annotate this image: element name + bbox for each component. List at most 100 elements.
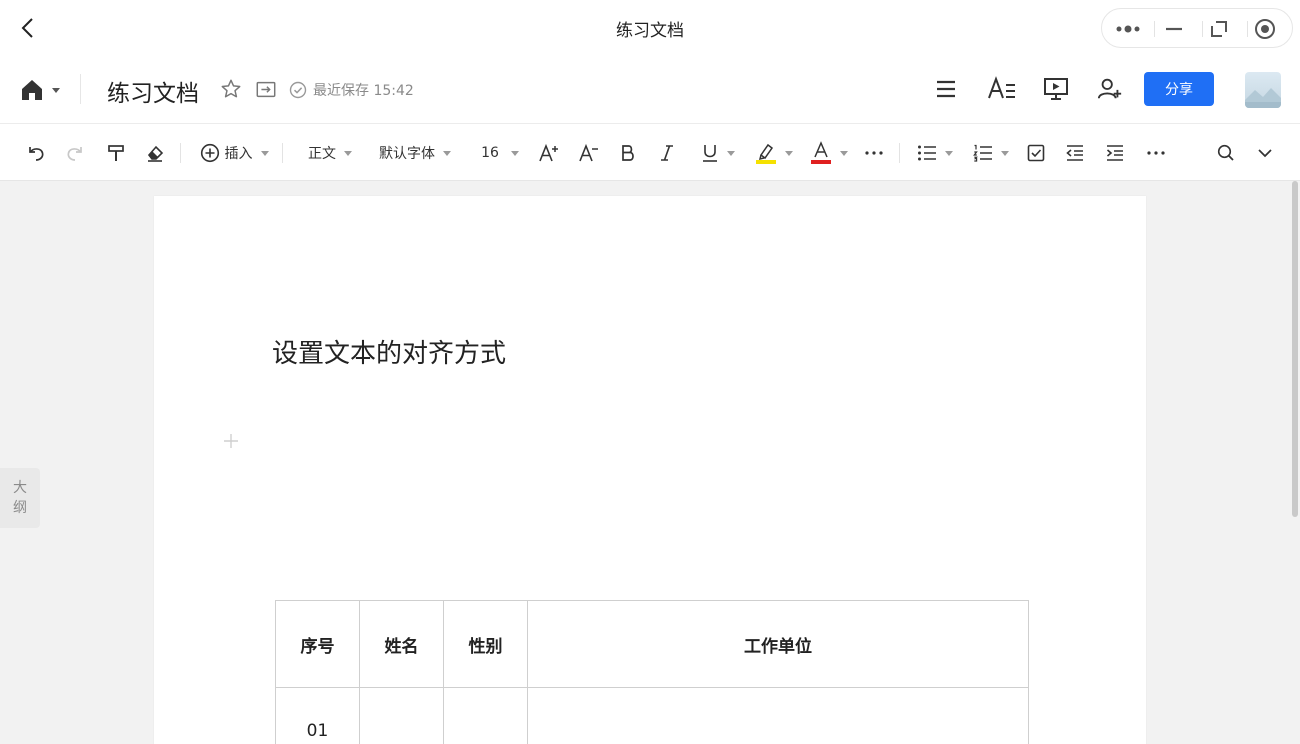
- formatting-toolbar: 插入 正文 默认字体 16: [0, 125, 1300, 181]
- table-header-cell[interactable]: 工作单位: [527, 600, 1029, 688]
- redo-icon: [67, 147, 82, 161]
- minimize-icon: [1166, 27, 1182, 31]
- font-family-dropdown[interactable]: 默认字体: [376, 139, 454, 167]
- font-decrease-icon: [579, 143, 598, 162]
- hamburger-icon: [937, 80, 955, 98]
- table-cell[interactable]: [359, 687, 444, 744]
- checkbox-icon: [1027, 144, 1045, 162]
- doc-header: 练习文档 最近保存 15:42 分享: [0, 56, 1300, 124]
- add-user-icon: [1097, 78, 1122, 99]
- outdent-button[interactable]: [1064, 139, 1086, 167]
- table-cell[interactable]: [443, 687, 528, 744]
- italic-button[interactable]: [657, 139, 677, 167]
- text-format-icon: [988, 76, 1015, 99]
- close-button[interactable]: [1251, 15, 1279, 43]
- font-size-dropdown[interactable]: 16: [479, 139, 521, 167]
- caret-down-icon: [443, 150, 451, 156]
- move-button[interactable]: [253, 76, 279, 102]
- undo-icon: [29, 147, 44, 161]
- chevron-down-icon: [1258, 149, 1272, 158]
- more-horizontal-icon: [1147, 151, 1165, 155]
- move-to-folder-icon: [256, 81, 276, 98]
- more-text-options-button[interactable]: [862, 139, 886, 167]
- present-button[interactable]: [1043, 76, 1069, 102]
- underline-icon: [703, 145, 717, 162]
- checklist-button[interactable]: [1025, 139, 1047, 167]
- table-row: 01: [275, 687, 1029, 744]
- highlight-dropdown[interactable]: [753, 139, 795, 167]
- document-canvas: 设置文本的对齐方式 序号 姓名 性别 工作单位 01 大 纲: [0, 181, 1300, 744]
- paragraph-style-dropdown[interactable]: 正文: [304, 139, 356, 167]
- add-collaborator-button[interactable]: [1097, 76, 1123, 102]
- share-button[interactable]: 分享: [1144, 72, 1214, 106]
- star-button[interactable]: [218, 76, 244, 102]
- text-style-button[interactable]: [987, 76, 1017, 102]
- outdent-icon: [1066, 145, 1083, 161]
- window-controls: [1101, 8, 1293, 48]
- presentation-icon: [1044, 78, 1068, 100]
- bold-button[interactable]: [618, 139, 638, 167]
- undo-button[interactable]: [24, 139, 48, 167]
- home-icon: [22, 80, 42, 100]
- caret-down-icon: [510, 150, 519, 156]
- redo-button[interactable]: [63, 139, 87, 167]
- font-color-icon: [811, 141, 831, 164]
- menu-button[interactable]: [933, 76, 959, 102]
- caret-down-icon: [727, 150, 735, 156]
- more-button[interactable]: [1114, 15, 1142, 43]
- table-header-row: 序号 姓名 性别 工作单位: [275, 600, 1029, 688]
- table-header-cell[interactable]: 姓名: [359, 600, 444, 688]
- bold-icon: [622, 145, 634, 161]
- insert-dropdown[interactable]: 插入: [198, 139, 270, 167]
- more-horizontal-icon: [865, 151, 883, 155]
- title-bar: 练习文档: [0, 0, 1300, 56]
- collapse-toolbar-button[interactable]: [1254, 139, 1276, 167]
- bullet-list-icon: [918, 145, 936, 161]
- search-button[interactable]: [1215, 139, 1237, 167]
- caret-down-icon: [840, 150, 848, 156]
- table-cell[interactable]: [527, 687, 1029, 744]
- clear-format-button[interactable]: [143, 139, 167, 167]
- save-status: 最近保存 15:42: [289, 79, 414, 101]
- plus-circle-icon: [200, 143, 219, 163]
- data-table[interactable]: 序号 姓名 性别 工作单位 01: [275, 600, 1029, 744]
- caret-down-icon: [344, 150, 352, 156]
- font-color-dropdown[interactable]: [808, 139, 850, 167]
- search-icon: [1217, 144, 1234, 161]
- bullet-list-dropdown[interactable]: [915, 139, 955, 167]
- more-paragraph-options-button[interactable]: [1145, 139, 1167, 167]
- decrease-font-button[interactable]: [578, 139, 600, 167]
- document-heading[interactable]: 设置文本的对齐方式: [272, 333, 506, 370]
- vertical-scrollbar[interactable]: [1292, 181, 1298, 517]
- caret-down-icon: [1001, 150, 1009, 156]
- outline-toggle[interactable]: 大 纲: [0, 468, 40, 528]
- indent-icon: [1106, 145, 1123, 161]
- check-circle-icon: [289, 81, 307, 99]
- numbered-list-dropdown[interactable]: [971, 139, 1011, 167]
- format-painter-button[interactable]: [104, 139, 128, 167]
- format-painter-icon: [108, 145, 124, 161]
- caret-down-icon: [785, 150, 793, 156]
- insert-block-handle[interactable]: [222, 432, 240, 450]
- more-dots-icon: [1116, 25, 1140, 33]
- record-icon: [1255, 19, 1275, 39]
- home-menu-button[interactable]: [20, 76, 64, 104]
- divider: [80, 74, 81, 104]
- document-page[interactable]: 设置文本的对齐方式 序号 姓名 性别 工作单位 01: [154, 196, 1146, 744]
- avatar-image-icon: [1245, 88, 1281, 108]
- table-header-cell[interactable]: 序号: [275, 600, 360, 688]
- table-cell[interactable]: 01: [275, 687, 360, 744]
- caret-down-icon: [52, 87, 60, 93]
- table-header-cell[interactable]: 性别: [443, 600, 528, 688]
- doc-title[interactable]: 练习文档: [107, 74, 199, 108]
- caret-down-icon: [260, 150, 269, 156]
- avatar[interactable]: [1245, 72, 1281, 108]
- restore-button[interactable]: [1205, 15, 1233, 43]
- eraser-icon: [147, 145, 164, 162]
- minimize-button[interactable]: [1160, 15, 1188, 43]
- highlighter-icon: [756, 143, 776, 164]
- indent-button[interactable]: [1104, 139, 1126, 167]
- caret-down-icon: [945, 150, 953, 156]
- underline-dropdown[interactable]: [697, 139, 739, 167]
- increase-font-button[interactable]: [538, 139, 560, 167]
